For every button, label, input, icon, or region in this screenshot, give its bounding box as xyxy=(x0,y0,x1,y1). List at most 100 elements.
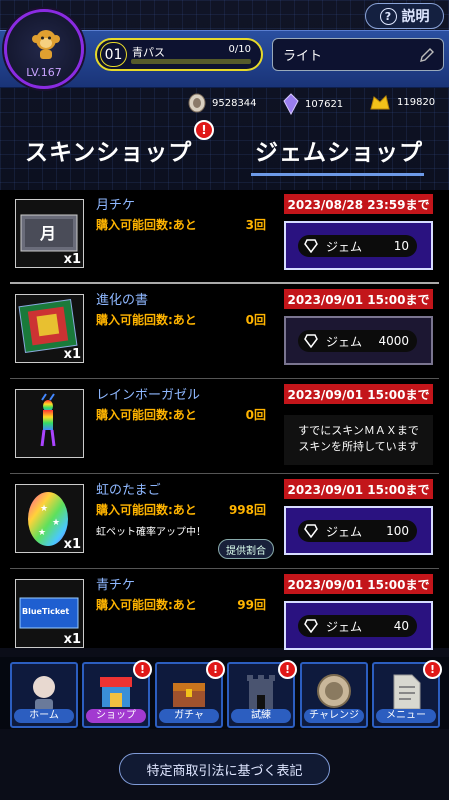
buy-button-disabled[interactable]: ジェム 4000 xyxy=(284,316,433,365)
purchase-limit: 購入可能回数:あと 0回 xyxy=(96,406,266,423)
crystal-icon xyxy=(283,93,299,115)
item-divider xyxy=(10,282,439,284)
nav-home[interactable]: ホーム xyxy=(10,662,78,728)
pass-count: 0/10 xyxy=(228,44,251,55)
purchase-limit: 購入可能回数:あと 3回 xyxy=(96,216,266,233)
pass-number: 01 xyxy=(100,42,127,67)
purchase-limit-label: 購入可能回数:あと xyxy=(96,408,197,422)
deadline-badge: 2023/09/01 15:00まで xyxy=(284,384,433,404)
gold-icon xyxy=(370,95,390,110)
nav-home-label: ホーム xyxy=(14,709,74,723)
purchase-limit-label: 購入可能回数:あと xyxy=(96,598,197,612)
nav-menu-alert-badge: ! xyxy=(423,660,442,679)
skin-max-message-line1: すでにスキンＭＡＸまで xyxy=(298,424,419,437)
nav-gacha[interactable]: ガチャ ! xyxy=(155,660,225,728)
gem-icon xyxy=(304,334,318,348)
document-icon xyxy=(393,674,421,710)
odds-button[interactable]: 提供割合 xyxy=(218,539,274,559)
gem-icon xyxy=(304,524,318,538)
purchase-limit-label: 購入可能回数:あと xyxy=(96,503,197,517)
gem-icon xyxy=(304,619,318,633)
level-label: LV.167 xyxy=(26,66,62,79)
purchase-limit-label: 購入可能回数:あと xyxy=(96,218,197,232)
deadline-badge: 2023/09/01 15:00まで xyxy=(284,574,433,594)
title-value: ライト xyxy=(283,49,323,64)
help-button[interactable]: ? 説明 xyxy=(365,3,444,29)
item-name: レインボーガゼル xyxy=(96,388,201,403)
price-pill: ジェム 10 xyxy=(298,235,417,257)
currency-coin: 9528344 xyxy=(188,93,257,113)
nav-trial[interactable]: 試練 ! xyxy=(227,660,297,728)
tab-gem-shop[interactable]: ジェムショップ xyxy=(255,133,423,167)
nav-trial-label: 試練 xyxy=(231,709,291,723)
active-tab-underline xyxy=(251,173,424,176)
item-thumbnail xyxy=(15,389,84,458)
deadline-badge: 2023/09/01 15:00まで xyxy=(284,479,433,499)
coin-icon xyxy=(188,93,206,113)
pencil-icon[interactable] xyxy=(419,47,435,63)
svg-text:★: ★ xyxy=(52,518,60,528)
price-value: 100 xyxy=(386,524,409,538)
purchase-remaining: 0回 xyxy=(245,408,266,422)
gem-icon xyxy=(304,239,318,253)
tab-skin-shop[interactable]: スキンショップ xyxy=(25,133,192,167)
nav-shop[interactable]: ショップ ! xyxy=(82,660,152,728)
price-pill: ジェム 100 xyxy=(298,520,417,542)
pass-progress[interactable]: 01 青パス 0/10 xyxy=(95,38,263,71)
purchase-limit-label: 購入可能回数:あと xyxy=(96,313,197,327)
price-pill: ジェム 40 xyxy=(298,615,417,637)
buy-button[interactable]: ジェム 40 xyxy=(284,601,433,650)
shop-icon xyxy=(100,677,132,707)
item-name: 進化の書 xyxy=(96,293,149,308)
tower-icon xyxy=(247,675,275,709)
nav-challenge-label: チャレンジ xyxy=(304,709,364,723)
currency-gold: 119820 xyxy=(369,93,435,111)
list-item: 月 x1 月チケ 購入可能回数:あと 3回 2023/08/28 23:59まで… xyxy=(0,190,449,284)
deadline-badge: 2023/08/28 23:59まで xyxy=(284,194,433,214)
question-icon: ? xyxy=(379,7,397,25)
buy-button[interactable]: ジェム 10 xyxy=(284,221,433,270)
buy-button[interactable]: ジェム 100 xyxy=(284,506,433,555)
svg-text:★: ★ xyxy=(40,504,48,514)
skin-shop-alert-badge: ! xyxy=(194,120,214,140)
legal-notice-button[interactable]: 特定商取引法に基づく表記 xyxy=(119,753,330,785)
svg-text:★: ★ xyxy=(38,528,46,538)
item-note: 虹ペット確率アップ中！ xyxy=(96,527,206,538)
nav-menu[interactable]: メニュー ! xyxy=(372,660,442,728)
item-quantity: x1 xyxy=(63,537,81,552)
item-divider xyxy=(10,378,439,379)
list-item: レインボーガゼル 購入可能回数:あと 0回 2023/09/01 15:00まで… xyxy=(0,380,449,474)
price-value: 40 xyxy=(393,619,409,633)
tab-gem-shop-label: ジェムショップ xyxy=(255,140,423,166)
medal-icon xyxy=(317,674,351,708)
price-currency: ジェム xyxy=(326,334,363,349)
item-thumbnail: BlueTicket x1 xyxy=(15,579,84,648)
tab-skin-shop-label: スキンショップ xyxy=(25,140,193,166)
item-name: 青チケ xyxy=(96,578,136,593)
nav-challenge[interactable]: チャレンジ xyxy=(300,662,368,728)
price-currency: ジェム xyxy=(326,619,363,634)
item-quantity: x1 xyxy=(63,632,81,647)
list-item: BlueTicket x1 青チケ 購入可能回数:あと 99回 2023/09/… xyxy=(0,570,449,664)
item-quantity: x1 xyxy=(63,252,81,267)
deadline-badge: 2023/09/01 15:00まで xyxy=(284,289,433,309)
item-name: 月チケ xyxy=(96,198,136,213)
purchase-limit: 購入可能回数:あと 99回 xyxy=(96,596,266,613)
rainbow-gazelle-icon xyxy=(40,393,56,447)
item-quantity: x1 xyxy=(63,347,81,362)
nav-shop-alert-badge: ! xyxy=(133,660,152,679)
player-avatar[interactable]: LV.167 xyxy=(4,9,84,89)
item-thumbnail: 月 x1 xyxy=(15,199,84,268)
list-item: x1 進化の書 購入可能回数:あと 0回 2023/09/01 15:00まで … xyxy=(0,285,449,379)
title-field[interactable]: ライト xyxy=(272,38,444,71)
character-icon xyxy=(33,676,55,711)
ticket-label: BlueTicket xyxy=(22,607,70,616)
item-divider xyxy=(10,473,439,474)
shop-item-list[interactable]: 月 x1 月チケ 購入可能回数:あと 3回 2023/08/28 23:59まで… xyxy=(0,190,449,650)
ticket-glyph: 月 xyxy=(40,224,57,243)
purchase-remaining: 0回 xyxy=(245,313,266,327)
price-value: 4000 xyxy=(378,334,409,348)
purchase-limit: 購入可能回数:あと 998回 xyxy=(96,501,266,518)
skin-max-message: すでにスキンＭＡＸまで スキンを所持しています xyxy=(284,415,433,465)
price-currency: ジェム xyxy=(326,239,363,254)
